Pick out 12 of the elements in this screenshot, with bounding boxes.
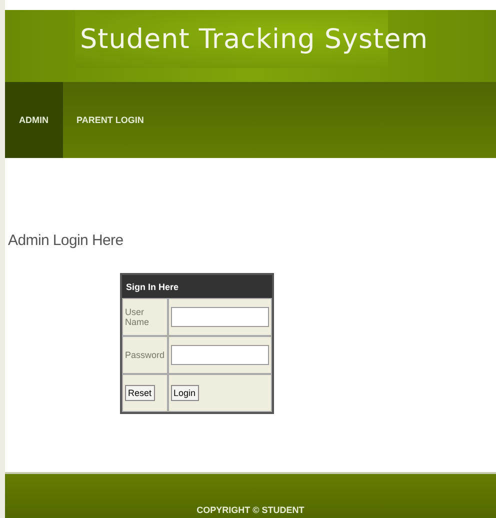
nav-tab[interactable]: ADMIN (5, 82, 62, 158)
table-caption: Sign In Here (122, 275, 272, 298)
field-label: Password (122, 336, 168, 374)
page-heading: Admin Login Here (8, 232, 124, 249)
site-title: Student Tracking System (80, 24, 428, 54)
input-field[interactable] (170, 307, 269, 327)
reset-button[interactable]: Reset (125, 385, 155, 401)
login-button[interactable]: Login (170, 385, 199, 401)
input-field[interactable] (170, 345, 269, 365)
field-label: User Name (122, 298, 168, 336)
nav-tab[interactable]: PARENT LOGIN (62, 82, 158, 158)
copyright-text: COPYRIGHT © STUDENT (196, 505, 304, 515)
